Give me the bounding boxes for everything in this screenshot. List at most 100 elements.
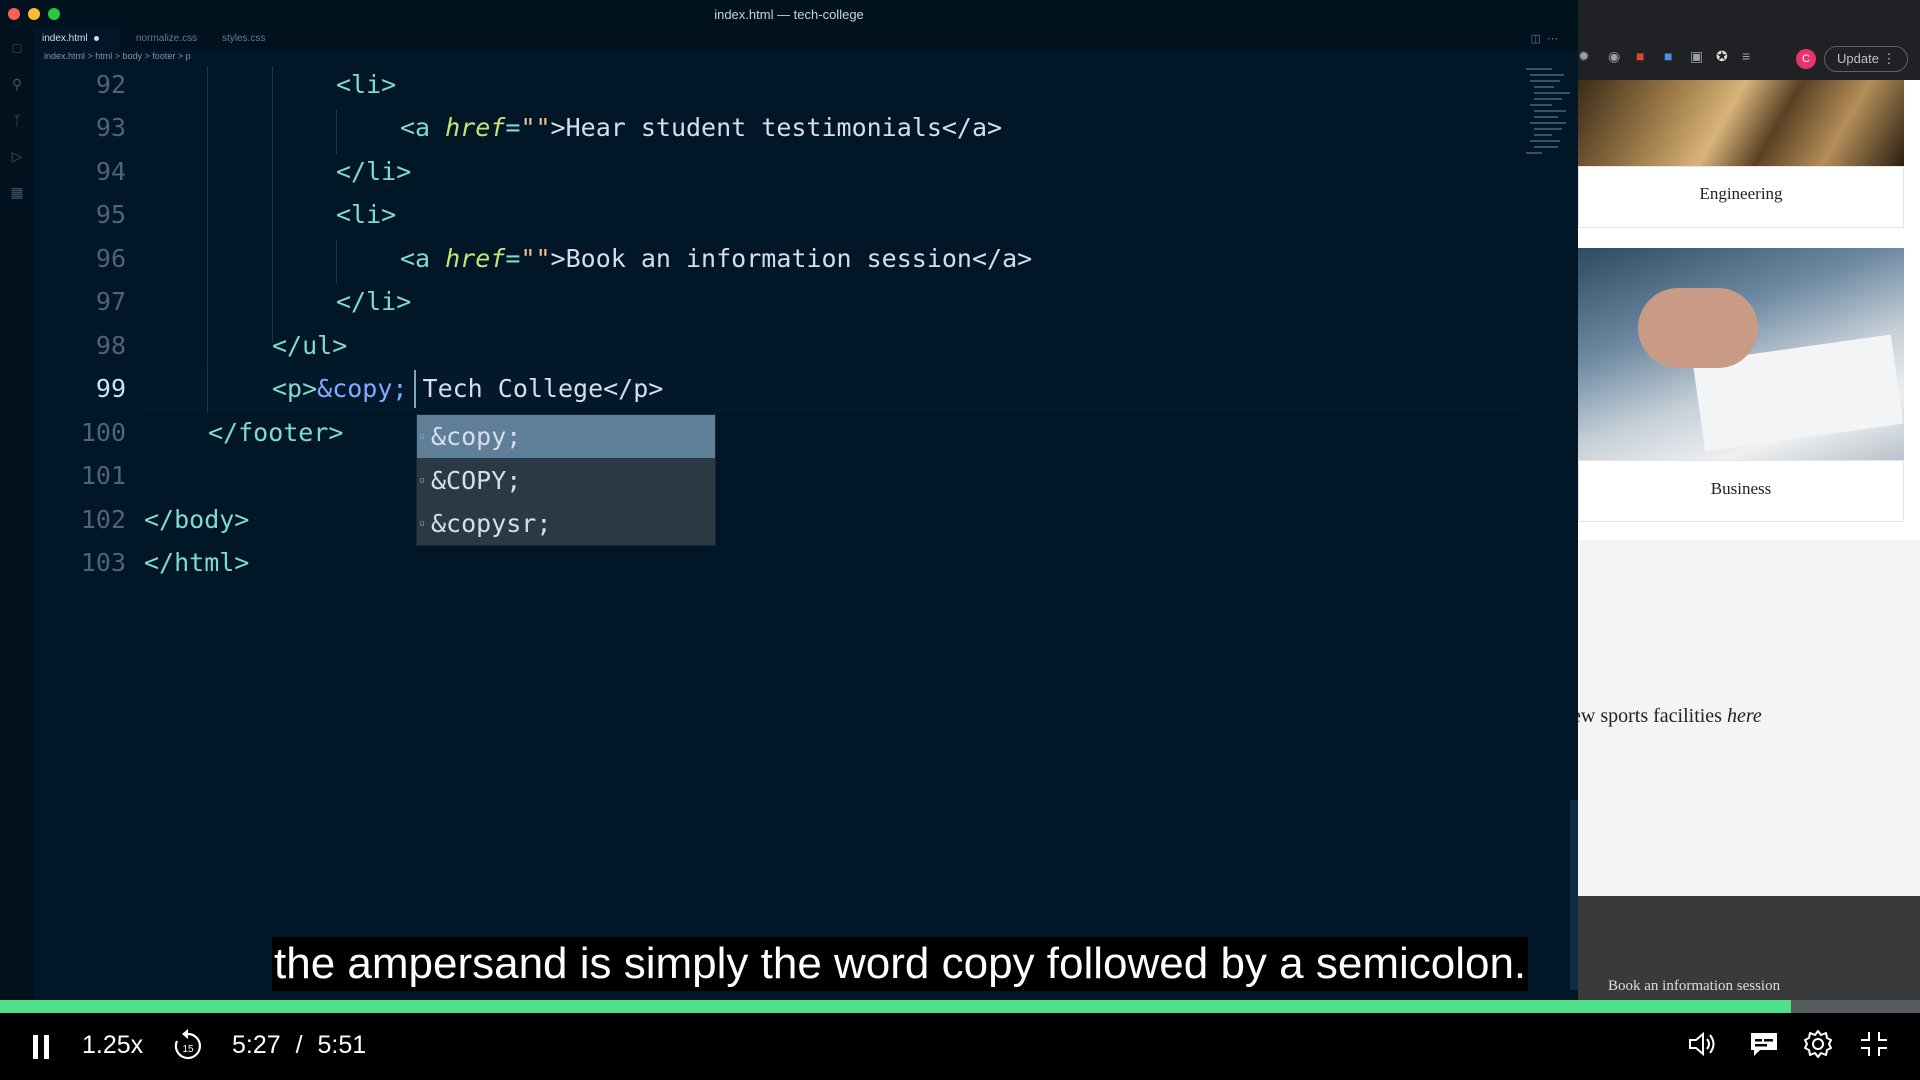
card-label: Business bbox=[1710, 479, 1772, 498]
captions-icon[interactable] bbox=[1748, 1029, 1780, 1066]
indent-guide bbox=[207, 66, 208, 414]
entity-icon: ▫ bbox=[419, 431, 426, 442]
progress-fill bbox=[0, 1000, 1792, 1013]
code-attr: href bbox=[445, 113, 506, 142]
suggestion-item[interactable]: ▫ &copy; bbox=[417, 415, 715, 458]
extension-icon[interactable]: ■ bbox=[1636, 48, 1644, 64]
line-number: 94 bbox=[95, 157, 126, 186]
extension-icon[interactable]: ▣ bbox=[1690, 48, 1703, 65]
sports-link[interactable]: here bbox=[1727, 705, 1762, 727]
subtitle-caption: the ampersand is simply the word copy fo… bbox=[272, 937, 1529, 991]
code-line: <li> bbox=[336, 70, 397, 99]
line-number: 102 bbox=[80, 505, 126, 534]
browser-toolbar: ✹ ◉ ■ ■ ▣ ✪ ≡ C Update ⋮ bbox=[1578, 0, 1920, 80]
line-number: 103 bbox=[80, 548, 126, 577]
sports-text: ew sports facilities here bbox=[1578, 705, 1762, 728]
line-number: 100 bbox=[80, 418, 126, 447]
explorer-icon[interactable]: □ bbox=[8, 40, 26, 56]
puzzle-icon[interactable]: ✪ bbox=[1716, 48, 1728, 65]
progress-bar[interactable] bbox=[0, 1000, 1920, 1013]
rewind-icon: 15 bbox=[174, 1029, 201, 1060]
code-string: "" bbox=[520, 244, 551, 273]
settings-gear-icon[interactable] bbox=[1802, 1028, 1834, 1067]
breadcrumb[interactable]: index.html > html > body > footer > p bbox=[44, 51, 191, 61]
code-attr: href bbox=[445, 244, 506, 273]
suggestion-item[interactable]: ▫ &copysr; bbox=[417, 502, 715, 545]
volume-icon[interactable] bbox=[1686, 1029, 1718, 1066]
line-number: 97 bbox=[95, 287, 126, 316]
business-image bbox=[1578, 248, 1904, 460]
line-number: 92 bbox=[95, 70, 126, 99]
browser-preview-window: ✹ ◉ ■ ■ ▣ ✪ ≡ C Update ⋮ Engineering Bus… bbox=[1578, 0, 1920, 1080]
line-number: 98 bbox=[95, 331, 126, 360]
footer-link[interactable]: Book an information session bbox=[1608, 978, 1780, 995]
tab-label: index.html bbox=[42, 33, 88, 44]
tab-label: styles.css bbox=[222, 33, 266, 44]
autocomplete-widget: ▫ &copy; ▫ &COPY; ▫ &copysr; bbox=[416, 414, 716, 546]
pause-button[interactable] bbox=[33, 1035, 49, 1059]
code-line: </ul> bbox=[272, 331, 348, 360]
line-number: 99 bbox=[95, 374, 126, 403]
update-button[interactable]: Update ⋮ bbox=[1824, 46, 1908, 72]
code-eq: = bbox=[505, 244, 521, 273]
entity-icon: ▫ bbox=[419, 475, 426, 486]
tab-normalize-css[interactable]: normalize.css bbox=[128, 28, 214, 50]
entity-icon: ▫ bbox=[419, 518, 426, 529]
code-text: Tech College</p> bbox=[407, 374, 664, 403]
time-total: 5:51 bbox=[317, 1031, 367, 1059]
reading-list-icon[interactable]: ≡ bbox=[1742, 48, 1750, 64]
indent-guide bbox=[272, 66, 273, 342]
code-tag: <a bbox=[400, 244, 446, 273]
code-line-current: <p>&copy; Tech College</p> bbox=[272, 374, 663, 403]
editor-tabs: index.html normalize.css styles.css ◫⋯ bbox=[34, 28, 1578, 50]
skip-seconds: 15 bbox=[182, 1044, 194, 1055]
tab-index-html[interactable]: index.html bbox=[34, 28, 120, 50]
activity-bar: □ ⚲ ᛉ ▷ ▦ bbox=[0, 28, 34, 1080]
extension-icon[interactable]: ◉ bbox=[1608, 48, 1620, 65]
code-text: >Book an information session</a> bbox=[550, 244, 1033, 273]
time-current: 5:27 bbox=[232, 1031, 281, 1059]
line-number: 96 bbox=[95, 244, 126, 273]
split-editor-icon[interactable]: ◫⋯ bbox=[1531, 32, 1564, 45]
extension-icon[interactable]: ✹ bbox=[1578, 48, 1590, 65]
indent-guide bbox=[336, 240, 337, 284]
text-cursor bbox=[414, 370, 416, 408]
editor-scrollbar[interactable] bbox=[1570, 800, 1578, 990]
time-separator: / bbox=[295, 1031, 303, 1059]
playback-speed-button[interactable]: 1.25x bbox=[82, 1031, 143, 1060]
code-line: </li> bbox=[336, 287, 412, 316]
code-line: </html> bbox=[144, 548, 250, 577]
code-text: >Hear student testimonials</a> bbox=[550, 113, 1003, 142]
skip-back-15-button[interactable]: 15 bbox=[172, 1027, 204, 1070]
update-label: Update bbox=[1837, 51, 1879, 66]
search-icon[interactable]: ⚲ bbox=[8, 76, 26, 93]
unsaved-dot-icon bbox=[93, 35, 99, 41]
run-debug-icon[interactable]: ▷ bbox=[8, 148, 26, 165]
code-line: </li> bbox=[336, 157, 412, 186]
tab-styles-css[interactable]: styles.css bbox=[214, 28, 294, 50]
line-number: 101 bbox=[80, 461, 126, 490]
line-number: 95 bbox=[95, 200, 126, 229]
avatar[interactable]: C bbox=[1796, 49, 1816, 69]
suggestion-label: &COPY; bbox=[431, 466, 522, 495]
code-tag: <p> bbox=[272, 374, 318, 403]
source-control-icon[interactable]: ᛉ bbox=[8, 112, 26, 128]
player-controls: 1.25x 15 5:27 / 5:51 bbox=[0, 1013, 1920, 1080]
suggestion-item[interactable]: ▫ &COPY; bbox=[417, 459, 715, 502]
code-line: <li> bbox=[336, 200, 397, 229]
code-tag: <a bbox=[400, 113, 446, 142]
minimap[interactable] bbox=[1524, 64, 1570, 174]
engineering-image bbox=[1578, 80, 1904, 166]
card-label: Engineering bbox=[1699, 184, 1783, 203]
code-line: </footer> bbox=[208, 418, 344, 447]
suggestion-label: &copy; bbox=[431, 422, 522, 451]
code-string: "" bbox=[520, 113, 551, 142]
code-line: </body> bbox=[144, 505, 250, 534]
code-line: <a href="">Hear student testimonials</a> bbox=[400, 113, 1002, 142]
suggestion-label: &copysr; bbox=[431, 509, 552, 538]
exit-fullscreen-icon[interactable] bbox=[1858, 1029, 1890, 1066]
extension-icon[interactable]: ■ bbox=[1664, 48, 1672, 64]
code-entity: &copy; bbox=[317, 374, 408, 403]
code-line: <a href="">Book an information session</… bbox=[400, 244, 1032, 273]
extensions-icon[interactable]: ▦ bbox=[8, 184, 26, 201]
